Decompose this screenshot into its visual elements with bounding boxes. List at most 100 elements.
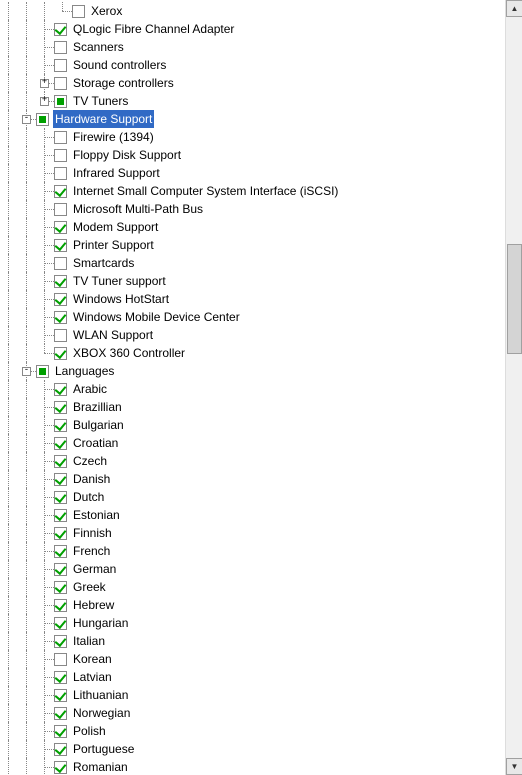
- collapse-icon[interactable]: [22, 367, 31, 376]
- checkbox[interactable]: [54, 221, 67, 234]
- tree-row[interactable]: Smartcards: [0, 254, 500, 272]
- checkbox[interactable]: [54, 419, 67, 432]
- checkbox[interactable]: [54, 77, 67, 90]
- tree-row[interactable]: Romanian: [0, 758, 500, 775]
- tree-row[interactable]: German: [0, 560, 500, 578]
- checkbox[interactable]: [54, 185, 67, 198]
- checkbox[interactable]: [54, 95, 67, 108]
- tree-item-label[interactable]: Finnish: [71, 524, 114, 542]
- checkbox[interactable]: [36, 365, 49, 378]
- checkbox[interactable]: [54, 131, 67, 144]
- tree-item-label[interactable]: Norwegian: [71, 704, 132, 722]
- tree-row[interactable]: Polish: [0, 722, 500, 740]
- checkbox[interactable]: [54, 743, 67, 756]
- tree-row[interactable]: Bulgarian: [0, 416, 500, 434]
- tree-row[interactable]: Lithuanian: [0, 686, 500, 704]
- checkbox[interactable]: [54, 725, 67, 738]
- tree-row[interactable]: Printer Support: [0, 236, 500, 254]
- checkbox[interactable]: [54, 617, 67, 630]
- tree-row[interactable]: Brazillian: [0, 398, 500, 416]
- tree-row[interactable]: Languages: [0, 362, 500, 380]
- tree-row[interactable]: Modem Support: [0, 218, 500, 236]
- tree-row[interactable]: Norwegian: [0, 704, 500, 722]
- tree-item-label[interactable]: Polish: [71, 722, 108, 740]
- tree-row[interactable]: Dutch: [0, 488, 500, 506]
- tree-row[interactable]: Hebrew: [0, 596, 500, 614]
- checkbox[interactable]: [54, 473, 67, 486]
- tree-row[interactable]: Internet Small Computer System Interface…: [0, 182, 500, 200]
- checkbox[interactable]: [54, 635, 67, 648]
- tree-item-label[interactable]: Infrared Support: [71, 164, 162, 182]
- tree-item-label[interactable]: Scanners: [71, 38, 126, 56]
- tree-item-label[interactable]: Arabic: [71, 380, 109, 398]
- tree-item-label[interactable]: Windows Mobile Device Center: [71, 308, 242, 326]
- tree-item-label[interactable]: TV Tuner support: [71, 272, 168, 290]
- checkbox[interactable]: [54, 689, 67, 702]
- checkbox[interactable]: [54, 293, 67, 306]
- tree-item-label[interactable]: Korean: [71, 650, 114, 668]
- tree-item-label[interactable]: Hungarian: [71, 614, 130, 632]
- tree-row[interactable]: Estonian: [0, 506, 500, 524]
- tree-row[interactable]: WLAN Support: [0, 326, 500, 344]
- expand-icon[interactable]: [40, 79, 49, 88]
- tree-row[interactable]: Arabic: [0, 380, 500, 398]
- checkbox[interactable]: [54, 41, 67, 54]
- tree-item-label[interactable]: German: [71, 560, 118, 578]
- checkbox[interactable]: [72, 5, 85, 18]
- checkbox[interactable]: [54, 653, 67, 666]
- tree-item-label[interactable]: XBOX 360 Controller: [71, 344, 187, 362]
- tree-item-label[interactable]: Printer Support: [71, 236, 156, 254]
- tree-row[interactable]: Portuguese: [0, 740, 500, 758]
- tree-row[interactable]: XBOX 360 Controller: [0, 344, 500, 362]
- checkbox[interactable]: [54, 563, 67, 576]
- checkbox[interactable]: [54, 311, 67, 324]
- checkbox[interactable]: [54, 383, 67, 396]
- tree-item-label[interactable]: Smartcards: [71, 254, 136, 272]
- tree-row[interactable]: Hardware Support: [0, 110, 500, 128]
- expand-icon[interactable]: [40, 97, 49, 106]
- tree-item-label[interactable]: Danish: [71, 470, 112, 488]
- checkbox[interactable]: [54, 257, 67, 270]
- tree-item-label[interactable]: Hebrew: [71, 596, 116, 614]
- tree-item-label[interactable]: Croatian: [71, 434, 120, 452]
- checkbox[interactable]: [54, 149, 67, 162]
- tree-item-label[interactable]: Hardware Support: [53, 110, 154, 128]
- checkbox[interactable]: [54, 707, 67, 720]
- checkbox[interactable]: [54, 401, 67, 414]
- tree-item-label[interactable]: Brazillian: [71, 398, 124, 416]
- tree-item-label[interactable]: TV Tuners: [71, 92, 130, 110]
- tree-item-label[interactable]: Floppy Disk Support: [71, 146, 183, 164]
- checkbox[interactable]: [54, 491, 67, 504]
- tree-item-label[interactable]: Xerox: [89, 2, 124, 20]
- checkbox[interactable]: [54, 203, 67, 216]
- checkbox[interactable]: [54, 347, 67, 360]
- checkbox[interactable]: [54, 761, 67, 774]
- tree-item-label[interactable]: Firewire (1394): [71, 128, 156, 146]
- tree-item-label[interactable]: Storage controllers: [71, 74, 176, 92]
- tree-item-label[interactable]: Modem Support: [71, 218, 160, 236]
- tree-row[interactable]: Scanners: [0, 38, 500, 56]
- tree-item-label[interactable]: French: [71, 542, 112, 560]
- tree-row[interactable]: Greek: [0, 578, 500, 596]
- checkbox[interactable]: [54, 275, 67, 288]
- tree-row[interactable]: Korean: [0, 650, 500, 668]
- checkbox[interactable]: [36, 113, 49, 126]
- tree-row[interactable]: Storage controllers: [0, 74, 500, 92]
- tree-row[interactable]: Windows HotStart: [0, 290, 500, 308]
- checkbox[interactable]: [54, 239, 67, 252]
- tree-row[interactable]: Danish: [0, 470, 500, 488]
- tree-row[interactable]: QLogic Fibre Channel Adapter: [0, 20, 500, 38]
- checkbox[interactable]: [54, 167, 67, 180]
- tree-row[interactable]: Croatian: [0, 434, 500, 452]
- tree-item-label[interactable]: Sound controllers: [71, 56, 168, 74]
- checkbox[interactable]: [54, 671, 67, 684]
- tree-item-label[interactable]: QLogic Fibre Channel Adapter: [71, 20, 236, 38]
- tree-row[interactable]: TV Tuner support: [0, 272, 500, 290]
- tree-item-label[interactable]: Italian: [71, 632, 107, 650]
- checkbox[interactable]: [54, 23, 67, 36]
- checkbox[interactable]: [54, 455, 67, 468]
- tree-item-label[interactable]: Bulgarian: [71, 416, 126, 434]
- tree-item-label[interactable]: Czech: [71, 452, 109, 470]
- tree-item-label[interactable]: Microsoft Multi-Path Bus: [71, 200, 205, 218]
- tree-item-label[interactable]: WLAN Support: [71, 326, 155, 344]
